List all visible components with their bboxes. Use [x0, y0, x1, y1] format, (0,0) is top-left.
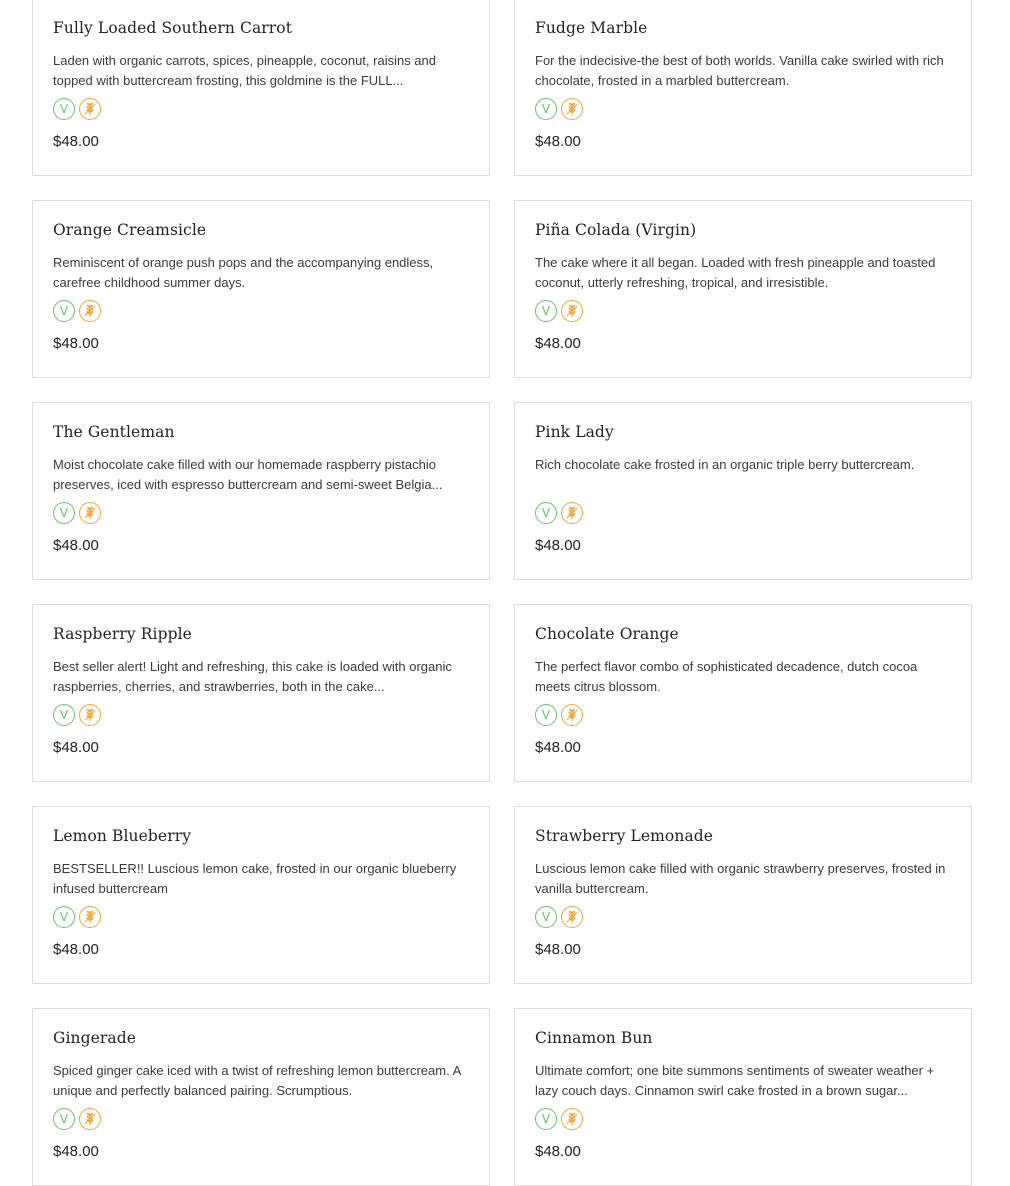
vegan-v-icon: V [53, 98, 75, 120]
product-name[interactable]: Chocolate Orange [535, 625, 679, 643]
product-description: Reminiscent of orange push pops and the … [53, 255, 434, 290]
dietary-badges: V [535, 1108, 583, 1130]
product-name[interactable]: The Gentleman [53, 423, 175, 441]
vegan-v-icon: V [535, 906, 557, 928]
dietary-badges: V [53, 300, 101, 322]
vegan-v-icon: V [53, 1108, 75, 1130]
wheat-free-icon [79, 906, 101, 928]
wheat-free-icon [79, 300, 101, 322]
dietary-badges: V [53, 502, 101, 524]
product-description: Luscious lemon cake filled with organic … [535, 861, 946, 896]
wheat-free-icon [79, 1108, 101, 1130]
product-price: $48.00 [53, 941, 99, 958]
wheat-free-icon [561, 704, 583, 726]
vegan-v-icon: V [53, 704, 75, 726]
product-description: Spiced ginger cake iced with a twist of … [53, 1063, 461, 1098]
product-card[interactable]: Lemon Blueberry BESTSELLER!! Luscious le… [32, 806, 490, 984]
product-card[interactable]: Orange Creamsicle Reminiscent of orange … [32, 200, 490, 378]
product-card[interactable]: Fully Loaded Southern Carrot Laden with … [32, 0, 490, 176]
product-name[interactable]: Piña Colada (Virgin) [535, 221, 696, 239]
product-card[interactable]: Fudge Marble For the indecisive-the best… [514, 0, 972, 176]
product-price: $48.00 [535, 335, 581, 352]
dietary-badges: V [53, 98, 101, 120]
vegan-v-icon: V [53, 502, 75, 524]
product-name[interactable]: Gingerade [53, 1029, 136, 1047]
wheat-free-icon [561, 98, 583, 120]
product-price: $48.00 [535, 1143, 581, 1160]
product-card[interactable]: The Gentleman Moist chocolate cake fille… [32, 402, 490, 580]
product-description: For the indecisive-the best of both worl… [535, 53, 944, 88]
product-name[interactable]: Fully Loaded Southern Carrot [53, 19, 292, 37]
product-grid: Fully Loaded Southern Carrot Laden with … [32, 0, 972, 1186]
wheat-free-icon [561, 300, 583, 322]
dietary-badges: V [53, 704, 101, 726]
wheat-free-icon [561, 502, 583, 524]
product-card[interactable]: Chocolate Orange The perfect flavor comb… [514, 604, 972, 782]
product-name[interactable]: Orange Creamsicle [53, 221, 206, 239]
vegan-v-icon: V [535, 1108, 557, 1130]
product-description: Rich chocolate cake frosted in an organi… [535, 457, 915, 472]
dietary-badges: V [53, 1108, 101, 1130]
product-price: $48.00 [535, 941, 581, 958]
product-card[interactable]: Gingerade Spiced ginger cake iced with a… [32, 1008, 490, 1186]
product-price: $48.00 [53, 739, 99, 756]
product-name[interactable]: Fudge Marble [535, 19, 647, 37]
dietary-badges: V [53, 906, 101, 928]
product-name[interactable]: Raspberry Ripple [53, 625, 192, 643]
product-name[interactable]: Pink Lady [535, 423, 614, 441]
vegan-v-icon: V [535, 98, 557, 120]
product-description: Moist chocolate cake filled with our hom… [53, 457, 443, 492]
product-description: BESTSELLER!! Luscious lemon cake, froste… [53, 861, 457, 896]
product-card[interactable]: Pink Lady Rich chocolate cake frosted in… [514, 402, 972, 580]
product-price: $48.00 [53, 1143, 99, 1160]
product-price: $48.00 [535, 739, 581, 756]
product-price: $48.00 [535, 537, 581, 554]
product-description: Ultimate comfort; one bite summons senti… [535, 1063, 935, 1098]
wheat-free-icon [561, 1108, 583, 1130]
dietary-badges: V [535, 906, 583, 928]
dietary-badges: V [535, 502, 583, 524]
vegan-v-icon: V [535, 502, 557, 524]
product-price: $48.00 [535, 133, 581, 150]
product-name[interactable]: Lemon Blueberry [53, 827, 191, 845]
dietary-badges: V [535, 300, 583, 322]
product-card[interactable]: Piña Colada (Virgin) The cake where it a… [514, 200, 972, 378]
product-name[interactable]: Strawberry Lemonade [535, 827, 713, 845]
dietary-badges: V [535, 704, 583, 726]
product-price: $48.00 [53, 133, 99, 150]
wheat-free-icon [561, 906, 583, 928]
vegan-v-icon: V [53, 906, 75, 928]
product-name[interactable]: Cinnamon Bun [535, 1029, 653, 1047]
wheat-free-icon [79, 98, 101, 120]
product-price: $48.00 [53, 537, 99, 554]
vegan-v-icon: V [535, 300, 557, 322]
product-description: The cake where it all began. Loaded with… [535, 255, 936, 290]
vegan-v-icon: V [53, 300, 75, 322]
product-card[interactable]: Strawberry Lemonade Luscious lemon cake … [514, 806, 972, 984]
product-price: $48.00 [53, 335, 99, 352]
product-description: The perfect flavor combo of sophisticate… [535, 659, 918, 694]
wheat-free-icon [79, 704, 101, 726]
dietary-badges: V [535, 98, 583, 120]
product-card[interactable]: Raspberry Ripple Best seller alert! Ligh… [32, 604, 490, 782]
wheat-free-icon [79, 502, 101, 524]
vegan-v-icon: V [535, 704, 557, 726]
product-card[interactable]: Cinnamon Bun Ultimate comfort; one bite … [514, 1008, 972, 1186]
product-description: Best seller alert! Light and refreshing,… [53, 659, 452, 694]
product-description: Laden with organic carrots, spices, pine… [53, 53, 436, 88]
